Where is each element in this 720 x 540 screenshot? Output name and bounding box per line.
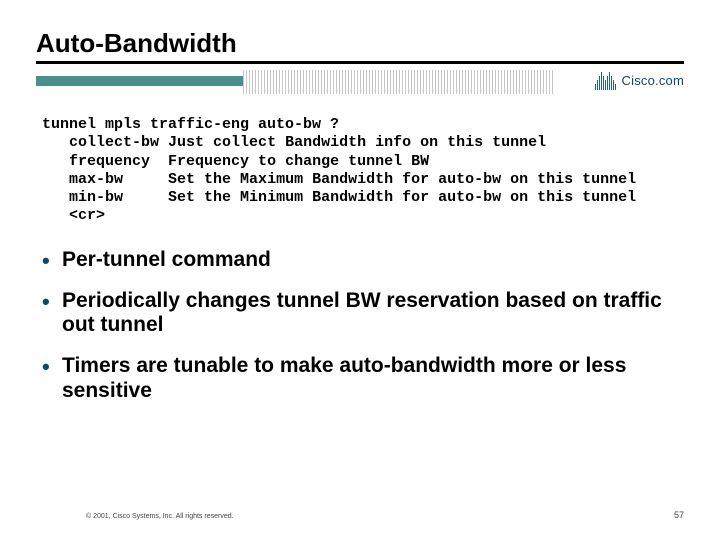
cli-opt: <cr> — [69, 207, 105, 224]
bullet-item: Timers are tunable to make auto-bandwidt… — [40, 354, 680, 404]
accent-stripe — [36, 76, 243, 86]
bullet-item: Per-tunnel command — [40, 248, 680, 273]
slide-title: Auto-Bandwidth — [36, 28, 684, 59]
title-underline — [36, 61, 684, 64]
cli-opt: frequency — [69, 153, 150, 170]
cli-output: tunnel mpls traffic-eng auto-bw ? collec… — [42, 116, 684, 226]
cli-command: tunnel mpls traffic-eng auto-bw ? — [42, 116, 339, 133]
cisco-bridge-icon — [595, 70, 616, 90]
cli-opt: max-bw — [69, 171, 123, 188]
cli-opt: collect-bw — [69, 134, 159, 151]
bullet-item: Periodically changes tunnel BW reservati… — [40, 289, 680, 339]
cli-opt: min-bw — [69, 189, 123, 206]
footer-copyright: © 2001, Cisco Systems, Inc. All rights r… — [86, 513, 234, 520]
cli-desc: Frequency to change tunnel BW — [168, 153, 429, 170]
footer-page-number: 57 — [674, 510, 684, 520]
brand-bar: Cisco.com — [36, 66, 684, 102]
logo-text: Cisco.com — [622, 73, 684, 88]
slide: Auto-Bandwidth Cisco.com tunnel mpls tra… — [0, 0, 720, 540]
cli-desc: Set the Minimum Bandwidth for auto-bw on… — [168, 189, 636, 206]
cisco-logo: Cisco.com — [595, 70, 684, 90]
cli-desc: Set the Maximum Bandwidth for auto-bw on… — [168, 171, 636, 188]
hatch-pattern — [243, 70, 554, 94]
cli-desc: Just collect Bandwidth info on this tunn… — [168, 134, 546, 151]
bullet-list: Per-tunnel command Periodically changes … — [36, 248, 684, 404]
